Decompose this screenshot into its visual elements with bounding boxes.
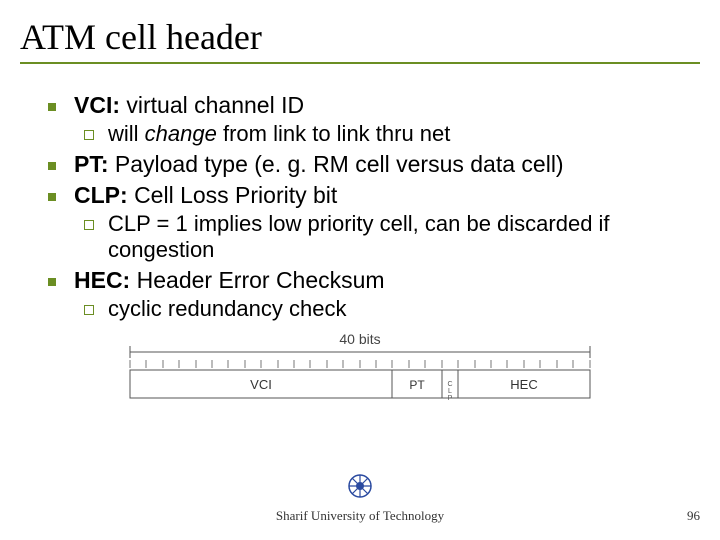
footer-text: Sharif University of Technology xyxy=(0,508,720,524)
term-text: Cell Loss Priority bit xyxy=(134,182,337,208)
term-text: Header Error Checksum xyxy=(137,267,385,293)
sub-list-item: CLP = 1 implies low priority cell, can b… xyxy=(74,211,700,263)
list-item: PT: Payload type (e. g. RM cell versus d… xyxy=(42,151,700,178)
logo-icon xyxy=(347,473,373,504)
term-text: virtual channel ID xyxy=(126,92,304,118)
list-item: VCI: virtual channel ID will change from… xyxy=(42,92,700,147)
sub-list-item: will change from link to link thru net xyxy=(74,121,700,147)
sub-pre: will xyxy=(108,121,145,146)
field-pt: PT xyxy=(409,378,425,392)
term-label: CLP: xyxy=(74,182,128,208)
sub-text: CLP = 1 implies low priority cell, can b… xyxy=(108,211,610,262)
bullet-list: VCI: virtual channel ID will change from… xyxy=(20,92,700,322)
term-label: HEC: xyxy=(74,267,130,293)
slide: ATM cell header VCI: virtual channel ID … xyxy=(0,0,720,540)
term-label: VCI: xyxy=(74,92,120,118)
sub-text: cyclic redundancy check xyxy=(108,296,346,321)
title-divider xyxy=(20,62,700,64)
sub-list-item: cyclic redundancy check xyxy=(74,296,700,322)
page-number: 96 xyxy=(687,508,700,524)
diagram-svg: 40 bits VCI PT CLP HEC xyxy=(110,330,610,405)
header-diagram: 40 bits VCI PT CLP HEC xyxy=(20,330,700,405)
sub-emph: change xyxy=(145,121,217,146)
total-bits-label: 40 bits xyxy=(339,331,380,347)
sub-post: from link to link thru net xyxy=(217,121,451,146)
list-item: HEC: Header Error Checksum cyclic redund… xyxy=(42,267,700,322)
page-title: ATM cell header xyxy=(20,10,700,62)
field-vci: VCI xyxy=(250,377,272,392)
term-label: PT: xyxy=(74,151,109,177)
term-text: Payload type (e. g. RM cell versus data … xyxy=(115,151,564,177)
field-hec: HEC xyxy=(510,377,537,392)
field-clp: CLP xyxy=(447,381,452,402)
list-item: CLP: Cell Loss Priority bit CLP = 1 impl… xyxy=(42,182,700,263)
